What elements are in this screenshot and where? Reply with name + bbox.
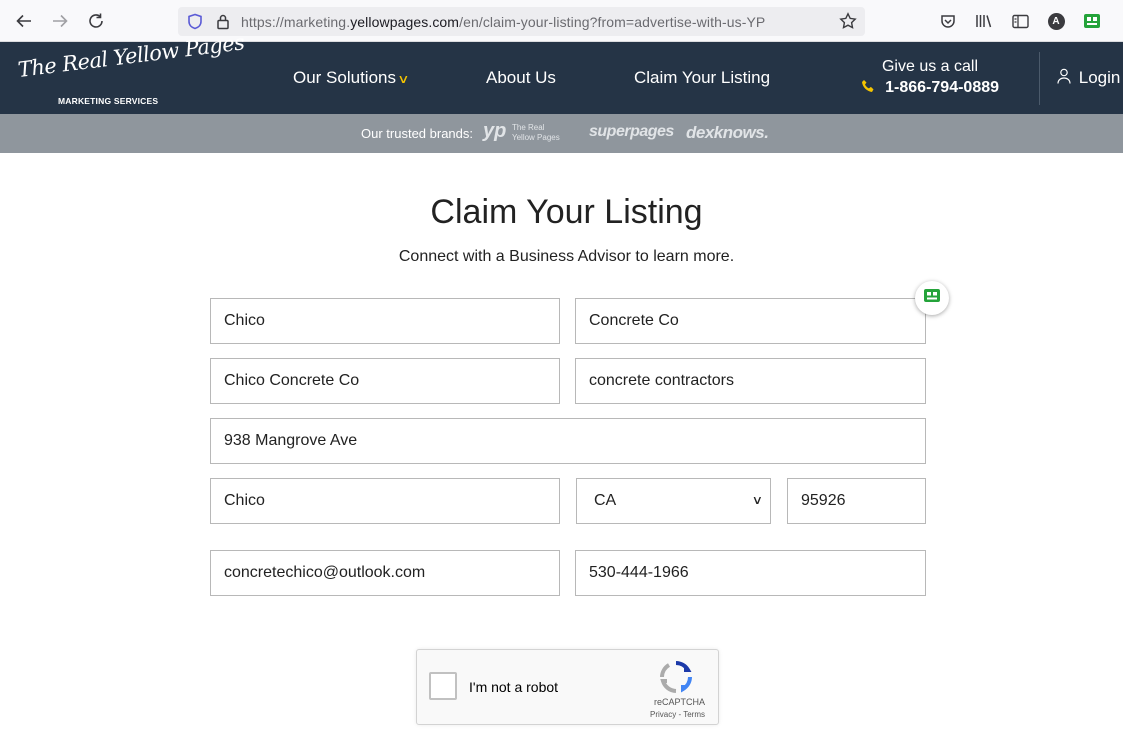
- business-category-input[interactable]: [575, 358, 926, 404]
- last-name-input[interactable]: [575, 298, 926, 344]
- business-name-input[interactable]: [210, 358, 560, 404]
- recaptcha-checkbox[interactable]: [429, 672, 457, 700]
- recaptcha-terms-link[interactable]: Privacy - Terms: [650, 710, 705, 719]
- trusted-brands-strip: Our trusted brands: yp The Real Yellow Pa…: [0, 114, 1123, 153]
- address-bar[interactable]: https://marketing.yellowpages.com/en/cla…: [178, 7, 865, 36]
- recaptcha-label: I'm not a robot: [469, 679, 559, 695]
- reload-icon[interactable]: [84, 9, 108, 33]
- bookmark-star-icon[interactable]: [839, 12, 857, 35]
- brands-label: Our trusted brands:: [361, 126, 473, 141]
- nav-our-solutions[interactable]: Our Solutions∨: [293, 68, 410, 88]
- brand-yp-logo: yp: [483, 120, 507, 142]
- chevron-down-icon: ∨: [751, 493, 764, 507]
- extension-icon[interactable]: [1082, 11, 1102, 31]
- header-divider: [1039, 52, 1040, 105]
- yellowpages-logo[interactable]: The Real Yellow Pages MARKETING SERVICES: [17, 30, 246, 108]
- brand-superpages-logo: superpages: [589, 123, 674, 140]
- user-icon: [1057, 68, 1079, 87]
- phone-input[interactable]: [575, 550, 926, 596]
- email-input[interactable]: [210, 550, 560, 596]
- library-icon[interactable]: [974, 11, 994, 31]
- pocket-icon[interactable]: [938, 11, 958, 31]
- state-select[interactable]: CA ∨: [576, 478, 771, 524]
- call-block: Give us a call 1-866-794-0889: [830, 58, 1030, 97]
- sidebar-icon[interactable]: [1010, 11, 1030, 31]
- address-input[interactable]: [210, 418, 926, 464]
- page-subtitle: Connect with a Business Advisor to learn…: [398, 248, 735, 265]
- brand-dexknows-logo: dexknows.: [686, 123, 769, 142]
- site-header: The Real Yellow Pages MARKETING SERVICES…: [0, 30, 1123, 114]
- page-title: Claim Your Listing: [430, 193, 703, 231]
- back-icon[interactable]: [12, 9, 36, 33]
- first-name-input[interactable]: [210, 298, 560, 344]
- chevron-down-icon: ∨: [397, 72, 410, 86]
- phone-link[interactable]: 1-866-794-0889: [830, 79, 1030, 97]
- forward-icon[interactable]: [48, 9, 72, 33]
- recaptcha-brand: reCAPTCHA: [653, 697, 705, 707]
- recaptcha-logo-icon: [659, 660, 693, 699]
- browser-toolbar: https://marketing.yellowpages.com/en/cla…: [0, 0, 1123, 42]
- zip-input[interactable]: [787, 478, 926, 524]
- call-title: Give us a call: [881, 58, 979, 75]
- recaptcha-widget: I'm not a robot reCAPTCHA Privacy - Term…: [416, 649, 719, 725]
- login-link[interactable]: Login: [1057, 68, 1120, 88]
- nav-claim-your-listing[interactable]: Claim Your Listing: [634, 68, 770, 88]
- phone-icon: [861, 79, 879, 96]
- url-text: https://marketing.yellowpages.com/en/cla…: [241, 13, 766, 30]
- tracking-shield-icon[interactable]: [187, 13, 203, 35]
- account-avatar[interactable]: A: [1046, 11, 1066, 31]
- nav-about-us[interactable]: About Us: [486, 68, 556, 88]
- city-input[interactable]: [210, 478, 560, 524]
- extension-robot-icon: [923, 288, 941, 308]
- brand-yp-subtitle: The Real Yellow Pages: [512, 123, 560, 142]
- extension-float-button[interactable]: [915, 281, 949, 315]
